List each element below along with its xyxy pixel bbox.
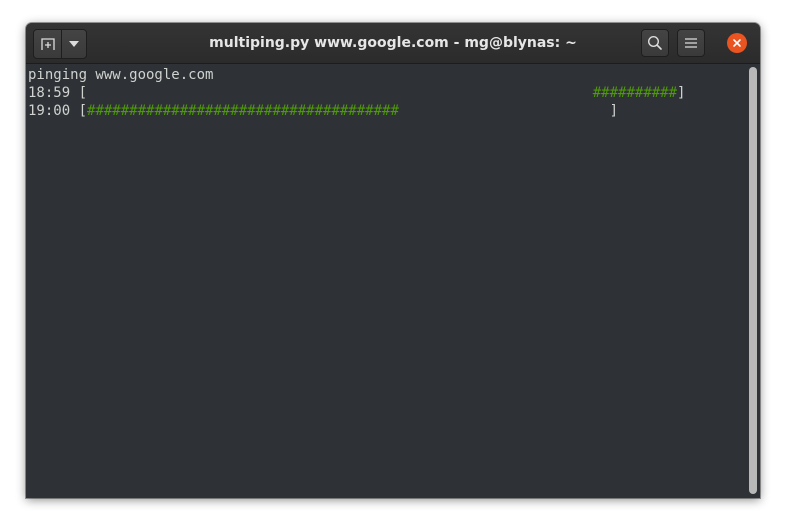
new-tab-icon: [40, 38, 55, 50]
hamburger-menu-icon: [685, 38, 697, 48]
ping-row-open-bracket: [: [70, 85, 88, 101]
ping-row-padding: [87, 85, 593, 101]
new-tab-button-group: [33, 29, 87, 59]
chevron-down-icon: [69, 41, 79, 47]
ping-row-open-bracket: [: [70, 103, 88, 119]
close-icon: [733, 39, 741, 47]
search-button[interactable]: [641, 29, 669, 57]
close-button[interactable]: [727, 33, 747, 53]
scrollbar[interactable]: [749, 67, 757, 494]
new-tab-dropdown-button[interactable]: [62, 30, 86, 58]
ping-row-close-bracket: ]: [677, 85, 686, 101]
menu-button[interactable]: [677, 29, 705, 57]
ping-row-bar: ##########: [592, 85, 678, 101]
new-tab-button[interactable]: [34, 30, 62, 58]
terminal-area[interactable]: pinging www.google.com 18:59 [ #########…: [26, 64, 760, 498]
ping-row-close-bracket: ]: [609, 103, 619, 119]
ping-row-time: 19:00: [28, 103, 71, 119]
terminal-line-pinging: pinging www.google.com: [28, 67, 214, 83]
terminal-output: pinging www.google.com 18:59 [ #########…: [28, 66, 685, 120]
ping-row-time: 18:59: [28, 85, 71, 101]
ping-row-padding: [399, 103, 610, 119]
header-bar: multiping.py www.google.com - mg@blynas:…: [26, 23, 760, 64]
terminal-window: multiping.py www.google.com - mg@blynas:…: [26, 23, 760, 498]
ping-row-bar: #####################################: [87, 103, 399, 119]
search-icon: [647, 35, 662, 50]
